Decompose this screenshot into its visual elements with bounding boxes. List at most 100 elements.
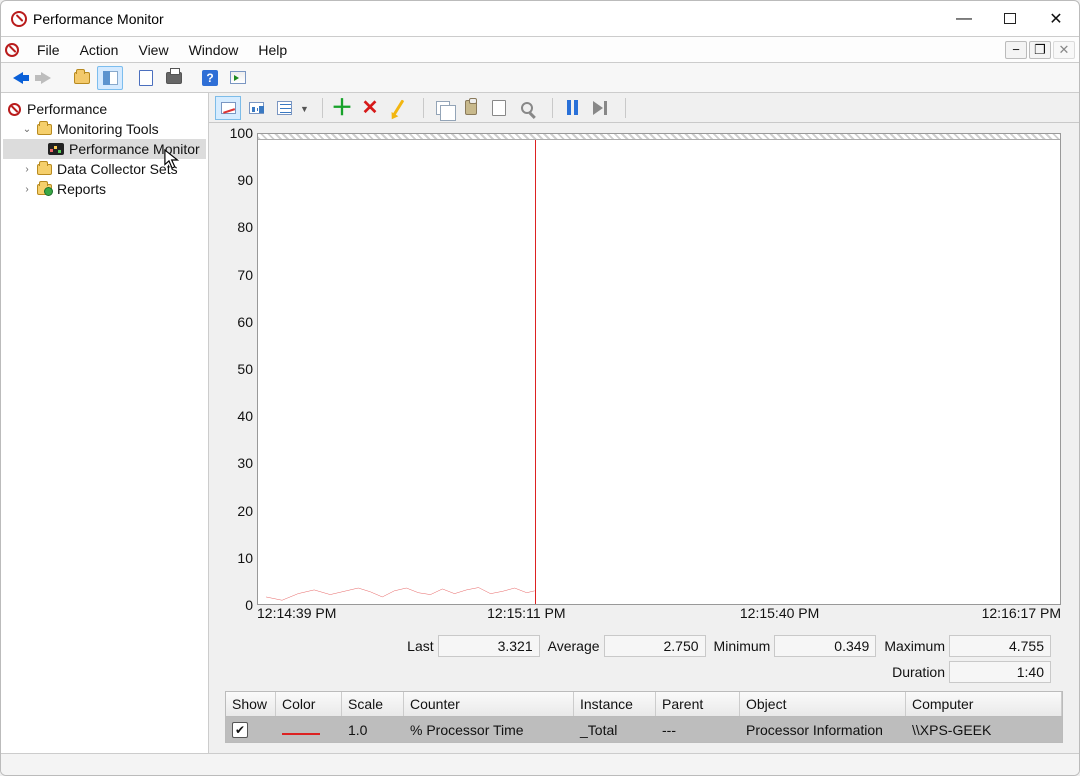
tree-root-performance[interactable]: Performance — [3, 99, 206, 119]
zoom-button[interactable] — [514, 96, 540, 120]
last-value: 3.321 — [438, 635, 540, 657]
close-button[interactable]: ✕ — [1033, 1, 1079, 37]
time-cursor — [535, 140, 536, 604]
y-tick-label: 90 — [237, 172, 253, 188]
mmc-toolbar: ? — [1, 63, 1079, 93]
pencil-icon — [392, 99, 404, 115]
tree-label: Data Collector Sets — [57, 161, 178, 177]
copy-icon — [436, 101, 450, 115]
copy-properties-button[interactable] — [430, 96, 456, 120]
duration-label: Duration — [892, 664, 945, 680]
tree-node-performance-monitor[interactable]: Performance Monitor — [3, 139, 206, 159]
add-counter-button[interactable]: ＋ — [329, 96, 355, 120]
properties-button[interactable] — [133, 66, 159, 90]
average-label: Average — [548, 638, 600, 654]
perfmon-icon — [48, 143, 64, 155]
line-chart-icon — [221, 102, 236, 114]
menu-window[interactable]: Window — [179, 40, 249, 60]
data-series — [258, 134, 1060, 604]
cell-counter: % Processor Time — [404, 718, 574, 742]
counters-row[interactable]: ✔ 1.0 % Processor Time _Total --- Proces… — [226, 717, 1062, 742]
menu-view[interactable]: View — [128, 40, 178, 60]
app-icon-small — [5, 43, 19, 57]
mdi-minimize-button[interactable]: − — [1005, 41, 1027, 59]
y-tick-label: 80 — [237, 219, 253, 235]
pause-icon — [567, 100, 578, 115]
navigation-tree[interactable]: Performance ⌄ Monitoring Tools Performan… — [1, 93, 209, 753]
header-parent[interactable]: Parent — [656, 692, 740, 716]
header-counter[interactable]: Counter — [404, 692, 574, 716]
mdi-restore-button[interactable]: ❐ — [1029, 41, 1051, 59]
menu-action[interactable]: Action — [70, 40, 129, 60]
minimum-value: 0.349 — [774, 635, 876, 657]
y-tick-label: 10 — [237, 550, 253, 566]
remove-counter-button[interactable]: ✕ — [357, 96, 383, 120]
menu-help[interactable]: Help — [248, 40, 297, 60]
mdi-close-button[interactable]: ✕ — [1053, 41, 1075, 59]
y-tick-label: 60 — [237, 314, 253, 330]
y-tick-label: 40 — [237, 408, 253, 424]
x-tick-label: 12:15:40 PM — [740, 605, 819, 621]
y-tick-label: 100 — [230, 125, 253, 141]
back-button[interactable] — [5, 66, 31, 90]
tree-node-reports[interactable]: › Reports — [3, 179, 206, 199]
print-button[interactable] — [161, 66, 187, 90]
freeze-display-button[interactable] — [559, 96, 585, 120]
counters-header-row: Show Color Scale Counter Instance Parent… — [226, 692, 1062, 717]
view-histogram-button[interactable] — [243, 96, 269, 120]
tree-label: Performance Monitor — [69, 141, 200, 157]
header-computer[interactable]: Computer — [906, 692, 1062, 716]
show-checkbox[interactable]: ✔ — [232, 722, 248, 738]
forward-button[interactable] — [33, 66, 59, 90]
cell-object: Processor Information — [740, 718, 906, 742]
properties-button[interactable] — [486, 96, 512, 120]
document-icon — [492, 100, 506, 116]
y-tick-label: 0 — [245, 597, 253, 613]
view-line-chart-button[interactable] — [215, 96, 241, 120]
tree-node-monitoring-tools[interactable]: ⌄ Monitoring Tools — [3, 119, 206, 139]
view-dropdown-button[interactable]: ▼ — [299, 102, 310, 114]
show-hide-action-pane-button[interactable] — [97, 66, 123, 90]
histogram-icon — [249, 102, 264, 114]
expand-icon[interactable]: › — [21, 164, 33, 175]
header-show[interactable]: Show — [226, 692, 276, 716]
update-data-button[interactable] — [587, 96, 613, 120]
window-title: Performance Monitor — [33, 11, 164, 27]
tree-label: Monitoring Tools — [57, 121, 159, 137]
x-tick-label: 12:14:39 PM — [257, 605, 336, 621]
highlight-button[interactable] — [385, 96, 411, 120]
report-icon — [277, 101, 292, 115]
zoom-icon — [521, 102, 533, 114]
minimize-button[interactable]: — — [941, 1, 987, 37]
show-console-button[interactable] — [225, 66, 251, 90]
paste-button[interactable] — [458, 96, 484, 120]
expand-icon[interactable]: › — [21, 184, 33, 195]
header-object[interactable]: Object — [740, 692, 906, 716]
tree-label: Reports — [57, 181, 106, 197]
folder-icon — [37, 124, 52, 135]
plot-area[interactable] — [257, 133, 1061, 605]
tree-node-data-collector-sets[interactable]: › Data Collector Sets — [3, 159, 206, 179]
header-color[interactable]: Color — [276, 692, 342, 716]
show-hide-tree-button[interactable] — [69, 66, 95, 90]
counters-table[interactable]: Show Color Scale Counter Instance Parent… — [225, 691, 1063, 743]
folder-icon — [37, 184, 52, 195]
help-button[interactable]: ? — [197, 66, 223, 90]
duration-value: 1:40 — [949, 661, 1051, 683]
collapse-icon[interactable]: ⌄ — [21, 124, 33, 135]
x-tick-label: 12:15:11 PM — [487, 605, 565, 621]
skip-icon — [593, 101, 607, 115]
folder-icon — [37, 164, 52, 175]
menu-file[interactable]: File — [27, 40, 70, 60]
series-line — [266, 588, 535, 601]
status-bar — [1, 753, 1079, 775]
x-axis: 12:14:39 PM12:15:11 PM12:15:40 PM12:16:1… — [257, 605, 1061, 627]
maximize-button[interactable] — [987, 1, 1033, 37]
header-instance[interactable]: Instance — [574, 692, 656, 716]
view-report-button[interactable] — [271, 96, 297, 120]
y-tick-label: 70 — [237, 267, 253, 283]
average-value: 2.750 — [604, 635, 706, 657]
last-label: Last — [407, 638, 433, 654]
cell-parent: --- — [656, 718, 740, 742]
header-scale[interactable]: Scale — [342, 692, 404, 716]
